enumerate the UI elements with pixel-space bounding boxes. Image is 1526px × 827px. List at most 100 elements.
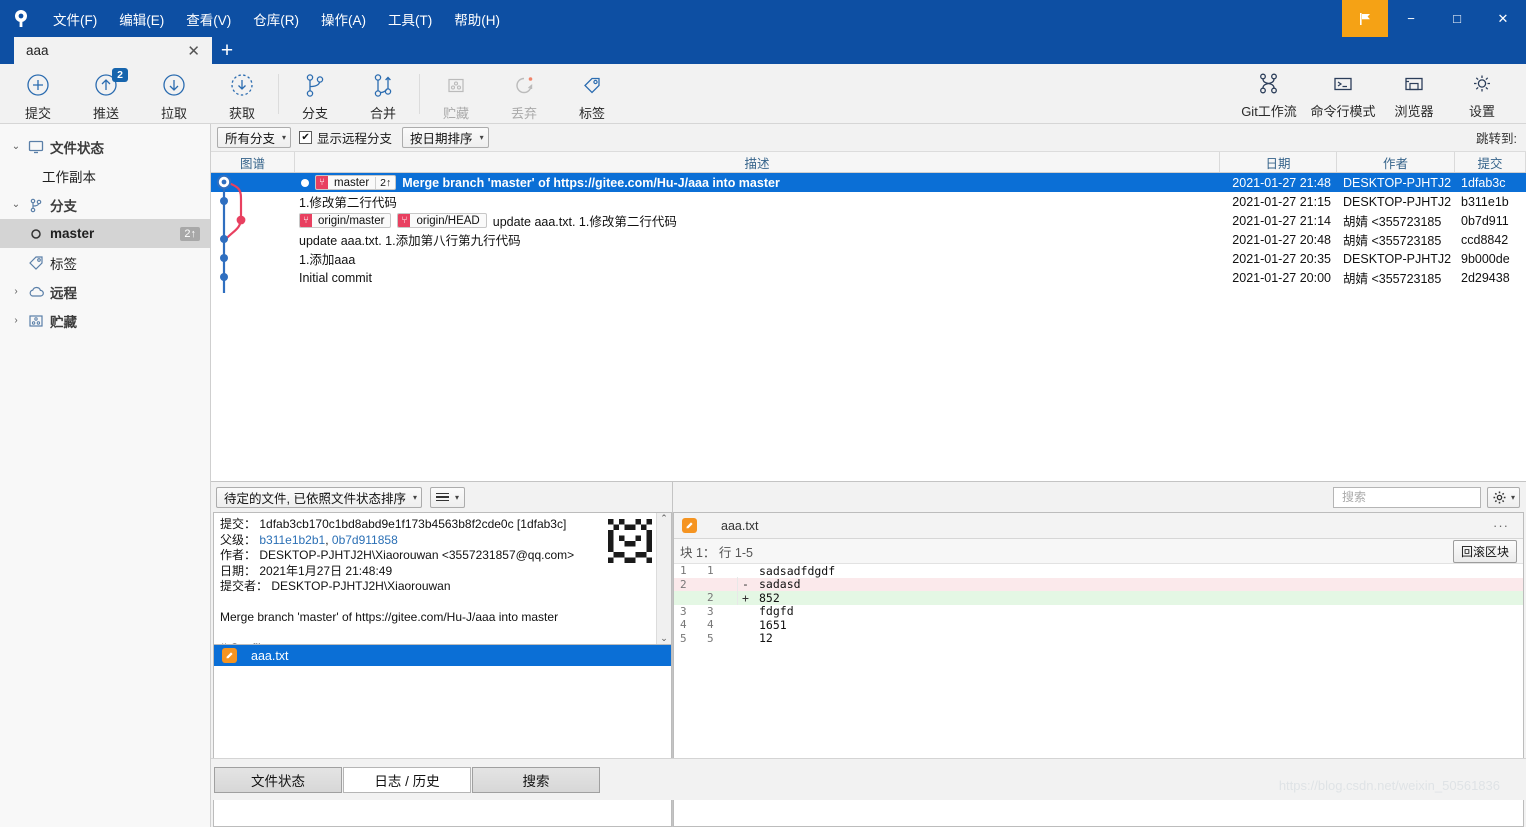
menu-file[interactable]: 文件(F) bbox=[42, 5, 108, 33]
sidebar-item-remotes[interactable]: › 远程 bbox=[0, 277, 210, 306]
diff-line: 3 3 fdgfd bbox=[674, 604, 1523, 618]
sidebar-item-stashes[interactable]: › 贮藏 bbox=[0, 306, 210, 335]
table-row[interactable]: 1.修改第二行代码 2021-01-27 21:15 DESKTOP-PJHTJ… bbox=[211, 192, 1526, 211]
branch-icon: ⑂ bbox=[398, 214, 411, 227]
row-date-cell: 2021-01-27 21:15 bbox=[1232, 194, 1331, 209]
sidebar-label-branches: 分支 bbox=[50, 198, 77, 214]
chevron-down-icon: ▾ bbox=[412, 492, 417, 502]
sidebar-item-file-status[interactable]: ⌄ 文件状态 bbox=[0, 132, 210, 161]
diff-text: 12 bbox=[759, 631, 773, 646]
tab-file-status[interactable]: 文件状态 bbox=[214, 766, 342, 793]
toolbar-merge-button[interactable]: 合并 bbox=[349, 66, 417, 122]
menu-help[interactable]: 帮助(H) bbox=[443, 5, 511, 33]
maximize-button[interactable]: □ bbox=[1434, 0, 1480, 37]
branch-icon bbox=[306, 73, 324, 97]
ref-chip-origin-master[interactable]: ⑂ origin/master bbox=[299, 213, 392, 228]
sidebar-item-master[interactable]: master 2↑ bbox=[0, 219, 210, 248]
table-row[interactable]: ⑂ origin/master ⑂ origin/HEAD update aaa… bbox=[211, 211, 1526, 230]
gitflow-icon bbox=[1260, 73, 1277, 94]
detail-scrollbar[interactable]: ⌃ ⌄ bbox=[656, 513, 671, 644]
file-sort-select[interactable]: 待定的文件, 已依照文件状态排序 ▾ bbox=[216, 486, 422, 508]
close-button[interactable]: ✕ bbox=[1480, 0, 1526, 37]
search-input-wrapper[interactable] bbox=[1332, 486, 1499, 508]
commit-info-box[interactable]: 提交： 1dfab3cb170c1bd8abd9e1f173b4563b8f2c… bbox=[213, 512, 672, 645]
scroll-down-icon[interactable]: ⌄ bbox=[660, 633, 668, 644]
row-commit-cell: ccd8842 bbox=[1461, 232, 1509, 247]
sidebar-item-branches[interactable]: ⌄ 分支 bbox=[0, 190, 210, 219]
branch-filter-select[interactable]: 所有分支 ▾ bbox=[217, 127, 292, 148]
toolbar-pull-button[interactable]: 拉取 bbox=[140, 66, 208, 122]
toolbar-terminal-button[interactable]: 命令行模式 bbox=[1306, 64, 1380, 120]
column-header-graph[interactable]: 图谱 bbox=[211, 152, 295, 172]
toolbar-tag-button[interactable]: 标签 bbox=[558, 66, 626, 122]
menu-tools[interactable]: 工具(T) bbox=[377, 5, 443, 33]
gear-icon bbox=[1474, 75, 1490, 92]
scroll-up-icon[interactable]: ⌃ bbox=[660, 513, 668, 524]
revert-hunk-button[interactable]: 回滚区块 bbox=[1452, 539, 1517, 563]
toolbar-fetch-button[interactable]: 获取 bbox=[208, 66, 276, 122]
commit-message: 1.修改第二行代码 bbox=[299, 196, 397, 210]
sidebar-item-tags[interactable]: 标签 bbox=[0, 248, 210, 277]
row-author-cell: 胡婧 <355723185 bbox=[1343, 215, 1442, 229]
chevron-down-icon[interactable]: ⌄ bbox=[8, 199, 24, 210]
toolbar-push-button[interactable]: 2 推送 bbox=[72, 66, 140, 122]
overflow-menu-icon[interactable]: ··· bbox=[1493, 518, 1515, 533]
diff-settings-button[interactable]: ▾ bbox=[1486, 486, 1520, 508]
table-row[interactable]: ⑂ master 2↑ Merge branch 'master' of htt… bbox=[211, 173, 1526, 192]
commit-list[interactable]: ⑂ master 2↑ Merge branch 'master' of htt… bbox=[211, 173, 1526, 481]
repo-tab-aaa[interactable]: aaa ✕ bbox=[14, 37, 212, 64]
column-header-description[interactable]: 描述 bbox=[295, 152, 1220, 172]
toolbar-browser-button[interactable]: 浏览器 bbox=[1380, 64, 1448, 120]
commit-message: update aaa.txt. 1.修改第二行代码 bbox=[492, 215, 677, 229]
row-graph-cell bbox=[211, 249, 295, 268]
table-row[interactable]: 1.添加aaa 2021-01-27 20:35 DESKTOP-PJHTJ2 … bbox=[211, 249, 1526, 268]
chevron-right-icon[interactable]: › bbox=[8, 315, 24, 326]
toolbar-tag-label: 标签 bbox=[578, 105, 605, 121]
parent-hash-1[interactable]: b311e1b2b1 bbox=[259, 533, 325, 547]
column-header-commit[interactable]: 提交 bbox=[1455, 152, 1526, 172]
menu-actions[interactable]: 操作(A) bbox=[310, 5, 377, 33]
toolbar-gitflow-button[interactable]: Git工作流 bbox=[1232, 64, 1306, 120]
close-icon[interactable]: ✕ bbox=[183, 42, 204, 60]
list-item[interactable]: aaa.txt bbox=[214, 645, 671, 666]
row-description-cell: Initial commit bbox=[295, 271, 1220, 285]
toolbar-branch-button[interactable]: 分支 bbox=[281, 66, 349, 122]
menu-edit[interactable]: 编辑(E) bbox=[108, 5, 175, 33]
chevron-right-icon[interactable]: › bbox=[8, 286, 24, 297]
minimize-button[interactable]: − bbox=[1388, 0, 1434, 37]
cloud-icon bbox=[24, 285, 48, 299]
chevron-down-icon: ▾ bbox=[282, 133, 287, 142]
toolbar-settings-button[interactable]: 设置 bbox=[1448, 64, 1516, 120]
new-line-number: 4 bbox=[707, 618, 714, 632]
search-input[interactable] bbox=[1339, 489, 1499, 505]
menu-repository[interactable]: 仓库(R) bbox=[242, 5, 310, 33]
tab-log-history[interactable]: 日志 / 历史 bbox=[343, 766, 471, 793]
add-tab-button[interactable]: + bbox=[212, 37, 242, 64]
ref-chip-origin-head[interactable]: ⑂ origin/HEAD bbox=[397, 213, 487, 228]
flag-icon[interactable] bbox=[1342, 0, 1388, 37]
column-header-author[interactable]: 作者 bbox=[1337, 152, 1455, 172]
menu-view[interactable]: 查看(V) bbox=[175, 5, 242, 33]
ref-chip-master[interactable]: ⑂ master 2↑ bbox=[315, 175, 397, 190]
arrow-down-circle-icon bbox=[161, 70, 187, 101]
column-header-date[interactable]: 日期 bbox=[1220, 152, 1337, 172]
main-toolbar: 提交 2 推送 拉取 获取 分支 合并 贮藏 丢弃 标签 Git工作流 命令行模… bbox=[0, 64, 1526, 124]
show-remote-branches-checkbox[interactable]: ✔ 显示远程分支 bbox=[299, 128, 392, 147]
row-author-cell: DESKTOP-PJHTJ2 bbox=[1343, 251, 1452, 266]
sidebar-item-working-copy[interactable]: 工作副本 bbox=[0, 161, 210, 190]
repo-tab-label: aaa bbox=[26, 43, 49, 58]
edit-file-icon bbox=[682, 518, 697, 533]
diff-file-header: aaa.txt ··· bbox=[674, 513, 1523, 539]
sort-order-select[interactable]: 按日期排序 ▾ bbox=[402, 127, 489, 148]
toolbar-terminal-label: 命令行模式 bbox=[1310, 104, 1376, 119]
view-mode-button[interactable]: ▾ bbox=[429, 486, 465, 508]
tab-search[interactable]: 搜索 bbox=[472, 766, 600, 793]
avatar bbox=[608, 519, 652, 563]
body-container: ⌄ 文件状态 工作副本 ⌄ 分支 master 2↑ 标签 › 远程 › 贮藏 … bbox=[0, 124, 1526, 827]
chevron-down-icon[interactable]: ⌄ bbox=[8, 141, 24, 152]
table-row[interactable]: update aaa.txt. 1.添加第八行第九行代码 2021-01-27 … bbox=[211, 230, 1526, 249]
table-row[interactable]: Initial commit 2021-01-27 20:00 胡婧 <3557… bbox=[211, 268, 1526, 287]
row-date-cell: 2021-01-27 21:14 bbox=[1232, 213, 1331, 228]
parent-hash-2[interactable]: 0b7d911858 bbox=[332, 533, 398, 547]
toolbar-commit-button[interactable]: 提交 bbox=[4, 66, 72, 122]
